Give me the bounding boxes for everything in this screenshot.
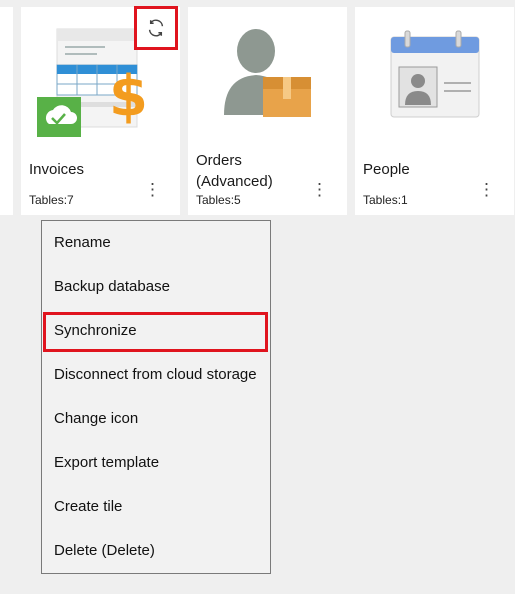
tile-partial-left[interactable] xyxy=(0,7,13,215)
tile-title: Orders (Advanced) xyxy=(196,152,273,190)
tile-table-count: Tables:1 xyxy=(363,193,408,207)
more-options-icon[interactable]: ⋮ xyxy=(311,181,328,198)
more-options-icon[interactable]: ⋮ xyxy=(144,181,161,198)
tile-title: Invoices xyxy=(29,161,85,178)
synchronize-highlight-box xyxy=(43,312,268,352)
tile-people[interactable]: People Tables:1 ⋮ xyxy=(355,7,514,215)
menu-item-delete[interactable]: Delete (Delete) xyxy=(42,529,270,573)
more-options-icon[interactable]: ⋮ xyxy=(478,181,495,198)
menu-item-rename[interactable]: Rename xyxy=(42,221,270,265)
menu-item-create-tile[interactable]: Create tile xyxy=(42,485,270,529)
menu-item-change-icon[interactable]: Change icon xyxy=(42,397,270,441)
menu-item-disconnect-cloud[interactable]: Disconnect from cloud storage xyxy=(42,353,270,397)
tile-table-count: Tables:7 xyxy=(29,193,74,207)
people-icon xyxy=(390,30,480,118)
menu-item-export-template[interactable]: Export template xyxy=(42,441,270,485)
tile-table-count: Tables:5 xyxy=(196,193,241,207)
tile-orders-advanced[interactable]: Orders (Advanced) Tables:5 ⋮ xyxy=(188,7,347,215)
context-menu: Rename Backup database Synchronize Disco… xyxy=(41,220,271,574)
menu-item-backup-database[interactable]: Backup database xyxy=(42,265,270,309)
database-tiles-view: $ Invoices Tables:7 ⋮ Orders (Advanced) … xyxy=(0,0,515,594)
orders-icon xyxy=(224,29,311,117)
sync-button[interactable] xyxy=(134,6,178,50)
tile-title: People xyxy=(363,161,410,178)
svg-text:$: $ xyxy=(109,64,148,129)
sync-icon xyxy=(148,19,164,37)
